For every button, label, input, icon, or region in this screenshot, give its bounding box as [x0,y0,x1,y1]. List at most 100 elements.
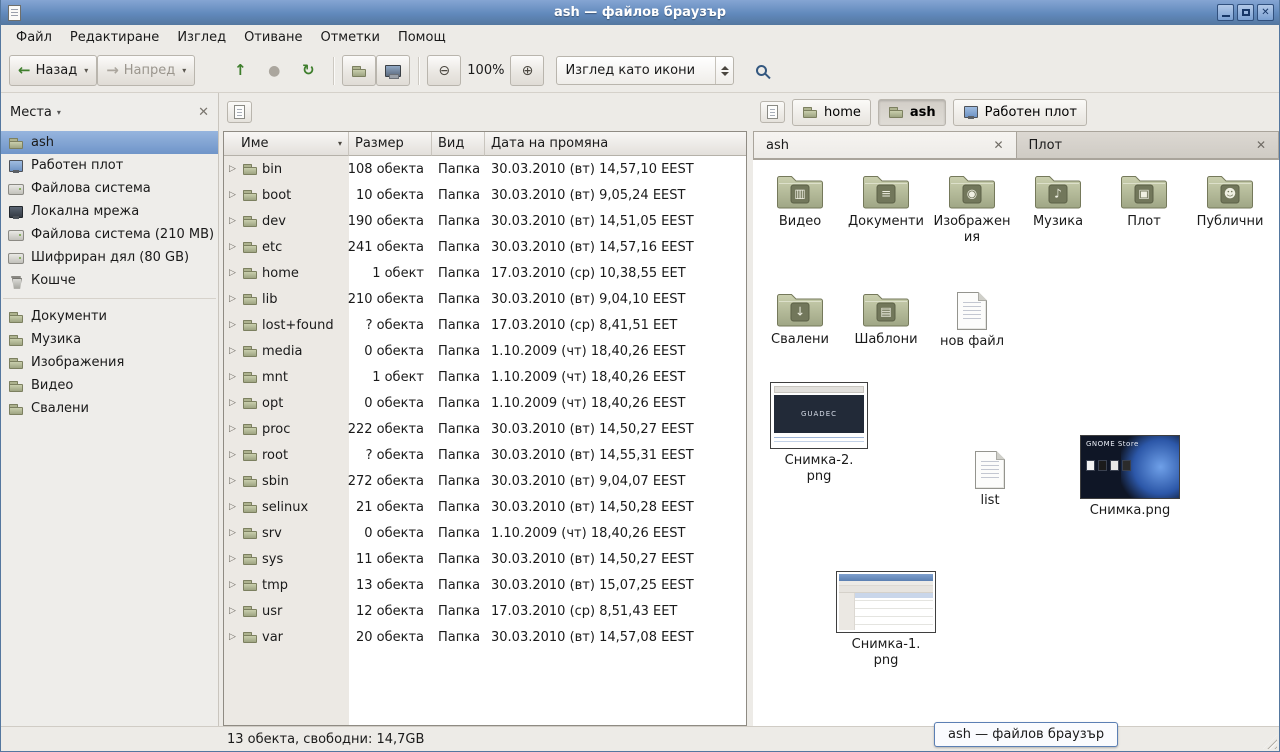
stop-button[interactable]: ● [257,55,291,86]
zoom-in-button[interactable]: ⊕ [510,55,544,86]
view-mode-spinner[interactable] [715,57,733,84]
table-row[interactable]: ▷selinux21 обектаПапка30.03.2010 (вт) 14… [224,494,746,520]
folder-item[interactable]: ▤Шаблони [843,290,929,350]
places-header[interactable]: Места ▾ ✕ [1,93,218,131]
expander-icon[interactable]: ▷ [227,242,238,252]
table-row[interactable]: ▷dev190 обектаПапка30.03.2010 (вт) 14,51… [224,208,746,234]
menu-item[interactable]: Помощ [389,27,455,48]
expander-icon[interactable]: ▷ [227,216,238,226]
column-header-size[interactable]: Размер [349,132,432,156]
folder-item[interactable]: ▣Плот [1101,172,1187,245]
expander-icon[interactable]: ▷ [227,502,238,512]
view-mode-select[interactable]: Изглед като икони [556,56,734,85]
file-item[interactable]: list [958,451,1022,509]
folder-item[interactable]: ▥Видео [757,172,843,245]
folder-item[interactable]: ≡Документи [843,172,929,245]
sidebar-item[interactable]: Изображения [1,351,218,374]
close-sidebar-button[interactable]: ✕ [198,106,209,119]
search-button[interactable] [744,55,778,86]
folder-item[interactable]: ◉Изображения [929,172,1015,245]
file-item[interactable]: GNOME Store Снимка.png [1080,435,1180,519]
table-row[interactable]: ▷tmp13 обектаПапка30.03.2010 (вт) 15,07,… [224,572,746,598]
column-header-name[interactable]: Име ▾ [224,132,349,156]
table-row[interactable]: ▷var20 обектаПапка30.03.2010 (вт) 14,57,… [224,624,746,650]
table-row[interactable]: ▷usr12 обектаПапка17.03.2010 (ср) 8,51,4… [224,598,746,624]
sidebar-item[interactable]: Локална мрежа [1,200,218,223]
close-tab-icon[interactable]: ✕ [993,139,1003,151]
breadcrumb-button[interactable]: Работен плот [953,99,1087,126]
file-item[interactable]: Снимка-1.png [836,571,936,668]
table-row[interactable]: ▷sys11 обектаПапка30.03.2010 (вт) 14,50,… [224,546,746,572]
table-row[interactable]: ▷root? обектаПапка30.03.2010 (вт) 14,55,… [224,442,746,468]
resize-grip[interactable] [1263,735,1277,749]
close-button[interactable]: ✕ [1257,4,1274,21]
sidebar-item[interactable]: Файлова система [1,177,218,200]
reload-button[interactable]: ↻ [291,55,325,86]
menu-item[interactable]: Редактиране [61,27,168,48]
tab[interactable]: ash✕ [753,131,1017,159]
expander-icon[interactable]: ▷ [227,320,238,330]
zoom-out-button[interactable]: ⊖ [427,55,461,86]
icon-view[interactable]: ▥Видео≡Документи◉Изображения♪Музика▣Плот… [753,159,1279,726]
close-tab-icon[interactable]: ✕ [1256,139,1266,151]
notes-pane-button[interactable] [227,101,252,123]
expander-icon[interactable]: ▷ [227,424,238,434]
sidebar-item[interactable]: Кошче [1,269,218,292]
expander-icon[interactable]: ▷ [227,346,238,356]
sidebar-item[interactable]: Документи [1,305,218,328]
table-row[interactable]: ▷boot10 обектаПапка30.03.2010 (вт) 9,05,… [224,182,746,208]
table-row[interactable]: ▷proc222 обектаПапка30.03.2010 (вт) 14,5… [224,416,746,442]
file-item[interactable]: нов файл [929,290,1015,350]
expander-icon[interactable]: ▷ [227,372,238,382]
menu-item[interactable]: Отметки [311,27,388,48]
expander-icon[interactable]: ▷ [227,450,238,460]
forward-button[interactable]: → Напред ▾ [97,55,195,86]
pane-toggle-button[interactable] [760,101,785,123]
sidebar-item[interactable]: Шифриран дял (80 GB) [1,246,218,269]
folder-item[interactable]: ☻Публични [1187,172,1273,245]
tab[interactable]: Плот✕ [1017,131,1280,159]
menu-item[interactable]: Изглед [168,27,235,48]
table-row[interactable]: ▷home1 обектПапка17.03.2010 (ср) 10,38,5… [224,260,746,286]
table-row[interactable]: ▷mnt1 обектПапка1.10.2009 (чт) 18,40,26 … [224,364,746,390]
expander-icon[interactable]: ▷ [227,398,238,408]
expander-icon[interactable]: ▷ [227,632,238,642]
maximize-button[interactable] [1237,4,1254,21]
table-row[interactable]: ▷lost+found? обектаПапка17.03.2010 (ср) … [224,312,746,338]
up-button[interactable]: ↑ [223,55,257,86]
table-row[interactable]: ▷lib210 обектаПапка30.03.2010 (вт) 9,04,… [224,286,746,312]
expander-icon[interactable]: ▷ [227,476,238,486]
sidebar-item[interactable]: Работен плот [1,154,218,177]
expander-icon[interactable]: ▷ [227,528,238,538]
sidebar-item[interactable]: Музика [1,328,218,351]
table-row[interactable]: ▷srv0 обектаПапка1.10.2009 (чт) 18,40,26… [224,520,746,546]
column-header-type[interactable]: Вид [432,132,485,156]
expander-icon[interactable]: ▷ [227,164,238,174]
folder-item[interactable]: ♪Музика [1015,172,1101,245]
expander-icon[interactable]: ▷ [227,294,238,304]
back-button[interactable]: ← Назад ▾ [9,55,97,86]
table-row[interactable]: ▷opt0 обектаПапка1.10.2009 (чт) 18,40,26… [224,390,746,416]
menu-item[interactable]: Файл [7,27,61,48]
expander-icon[interactable]: ▷ [227,606,238,616]
minimize-button[interactable] [1217,4,1234,21]
menu-item[interactable]: Отиване [235,27,311,48]
table-row[interactable]: ▷media0 обектаПапка1.10.2009 (чт) 18,40,… [224,338,746,364]
expander-icon[interactable]: ▷ [227,580,238,590]
column-header-date[interactable]: Дата на промяна [485,132,746,156]
computer-button[interactable] [376,55,410,86]
home-button[interactable] [342,55,376,86]
expander-icon[interactable]: ▷ [227,190,238,200]
sidebar-item[interactable]: Файлова система (210 MB) [1,223,218,246]
table-row[interactable]: ▷etc241 обектаПапка30.03.2010 (вт) 14,57… [224,234,746,260]
table-row[interactable]: ▷sbin272 обектаПапка30.03.2010 (вт) 9,04… [224,468,746,494]
sidebar-item[interactable]: Свалени [1,397,218,420]
folder-item[interactable]: ↓Свалени [757,290,843,350]
file-item[interactable]: GUADEC Снимка-2.png [769,382,869,484]
sidebar-item[interactable]: Видео [1,374,218,397]
breadcrumb-button[interactable]: home [792,99,871,126]
breadcrumb-button[interactable]: ash [878,99,946,126]
sidebar-item[interactable]: ash [1,131,218,154]
table-row[interactable]: ▷bin108 обектаПапка30.03.2010 (вт) 14,57… [224,156,746,182]
expander-icon[interactable]: ▷ [227,554,238,564]
